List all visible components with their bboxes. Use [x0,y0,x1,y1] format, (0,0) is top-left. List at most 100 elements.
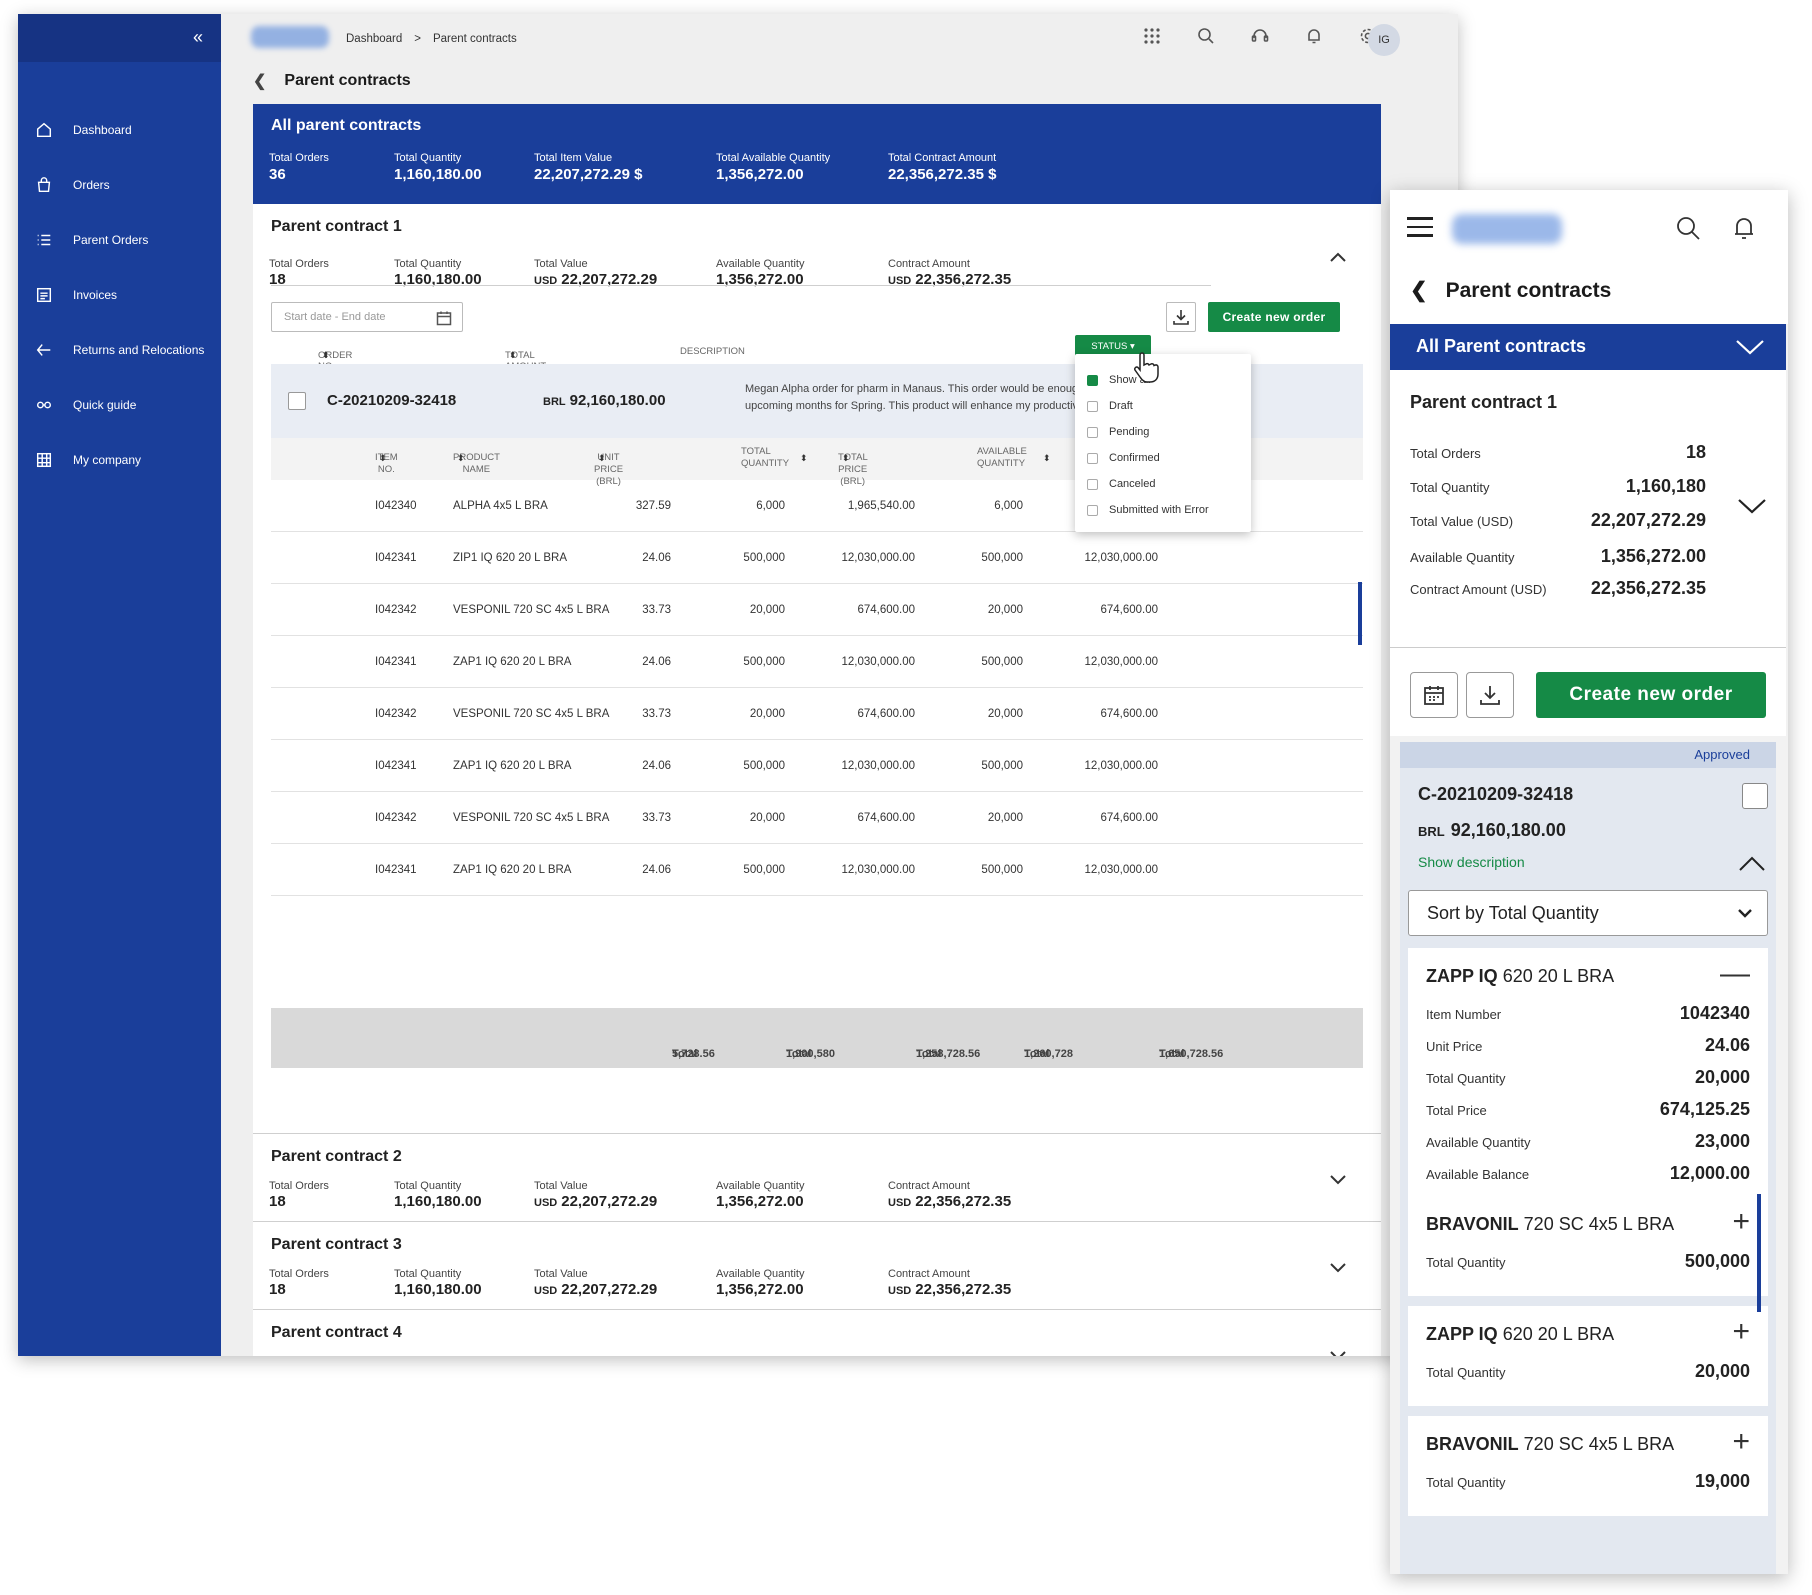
status-option-confirmed[interactable]: Confirmed [1087,452,1160,464]
sidebar-item-dashboard[interactable]: Dashboard [18,102,221,157]
chevron-down-icon[interactable] [1327,1168,1349,1190]
calendar-button[interactable] [1410,672,1458,718]
sort-icon[interactable]: ⬍ [1043,452,1051,464]
item-card[interactable]: BRAVONIL 720 SC 4x5 L BRA + Total Quantity… [1408,1416,1768,1516]
parent-contract-2[interactable]: Parent contract 2 Total Orders 18 Total Qua… [253,1134,1381,1222]
column-label: TOTAL [741,446,771,457]
sidebar-item-parent-orders[interactable]: Parent Orders [18,212,221,267]
stat-value: 36 [269,166,286,183]
parent-contract-3[interactable]: Parent contract 3 Total Orders 18 Total Qua… [253,1222,1381,1310]
table-row[interactable]: I042342 VESPONIL 720 SC 4x5 L BRA 33.73 20,… [271,688,1363,740]
back-arrow-icon[interactable]: ❮ [1410,278,1428,303]
apps-grid-icon[interactable] [1142,26,1162,46]
sidebar-item-my-company[interactable]: My company [18,432,221,487]
sidebar-item-invoices[interactable]: Invoices [18,267,221,322]
table-row[interactable]: I042341 ZAP1 IQ 620 20 L BRA 24.06 500,000 1… [271,740,1363,792]
cell-item-no: I042341 [375,552,417,564]
download-button[interactable] [1466,672,1514,718]
company-logo [251,26,329,48]
checkbox-checked [1087,374,1098,386]
chevron-up-icon[interactable] [1327,246,1349,268]
headset-icon[interactable] [1250,26,1270,46]
collapse-minus-icon[interactable]: — [1720,959,1750,989]
stat-label: Total Quantity [394,152,462,164]
cell-item-no: I042341 [375,656,417,668]
parent-contract-4[interactable]: Parent contract 4Total Orders18Total Qua… [253,1310,1381,1356]
cell-total-price: 674,600.00 [857,812,915,824]
expand-plus-icon[interactable]: + [1732,1207,1750,1237]
stat-label: Total Item Value [534,152,613,164]
show-description-link[interactable]: Show description [1418,854,1525,870]
sort-select[interactable]: Sort by Total Quantity [1408,890,1768,936]
order-checkbox[interactable] [1742,783,1768,809]
status-option-label: Confirmed [1109,452,1160,464]
kv-label: Available Quantity [1426,1135,1531,1150]
item-card[interactable]: ZAPP IQ 620 20 L BRA — Item Number 1042340 U… [1408,948,1768,1196]
sidebar-item-label: My company [73,452,142,467]
sidebar-item-returns[interactable]: Returns and Relocations [18,322,221,377]
chevron-up-icon[interactable] [1736,854,1768,874]
chevron-down-icon[interactable] [1736,495,1768,517]
chevron-down-icon[interactable] [1327,1256,1349,1278]
sidebar-item-orders[interactable]: Orders [18,157,221,212]
caret-down-icon: ▾ [1129,340,1135,352]
item-name-rest: 620 20 L BRA [1497,1324,1615,1344]
item-card[interactable]: ZAPP IQ 620 20 L BRA + Total Quantity 20,00… [1408,1306,1768,1406]
item-brand: BRAVONIL [1426,1434,1519,1454]
value-number: 22,207,272.29 [561,1281,658,1298]
create-new-order-button[interactable]: Create new order [1208,302,1340,332]
breadcrumb-current: Parent contracts [432,33,517,45]
all-contracts-banner[interactable]: All Parent contracts [1390,324,1786,370]
calendar-icon [436,311,452,326]
table-scrollbar[interactable] [1358,582,1362,645]
table-row[interactable]: I042341 ZIP1 IQ 620 20 L BRA 24.06 500,000 1… [271,532,1363,584]
status-option-canceled[interactable]: Canceled [1087,478,1155,490]
search-icon[interactable] [1674,214,1702,242]
search-icon[interactable] [1196,26,1216,46]
stat-label: Total Orders [269,1180,329,1192]
bell-icon[interactable] [1304,26,1324,46]
cell-total-quantity: 20,000 [749,708,785,720]
cell-total-price: 674,600.00 [857,604,915,616]
cell-total-quantity: 500,000 [743,760,785,772]
order-checkbox[interactable] [288,392,306,410]
date-range-input[interactable]: Start date - End date [271,302,463,332]
cell-total-price: 674,600.00 [857,708,915,720]
collapse-sidebar-icon[interactable]: « [193,27,203,48]
create-new-order-button[interactable]: Create new order [1536,672,1766,718]
bell-icon[interactable] [1730,214,1758,242]
kv-label: Total Quantity [1426,1475,1506,1490]
cell-unit-price: 33.73 [642,708,671,720]
checkbox [1087,504,1098,516]
download-button[interactable] [1166,302,1196,332]
item-card[interactable]: BRAVONIL 720 SC 4x5 L BRA + Total Quantity… [1408,1196,1768,1296]
contract-total-value: Total Value USD 22,207,272.29 [534,1180,657,1210]
table-row[interactable]: I042342 VESPONIL 720 SC 4x5 L BRA 33.73 20,… [271,584,1363,636]
checkbox [1087,478,1098,490]
avatar[interactable]: IG [1368,24,1400,56]
table-row[interactable]: I042342 VESPONIL 720 SC 4x5 L BRA 33.73 20,… [271,792,1363,844]
item-brand: ZAPP IQ [1426,966,1498,986]
stat-label: Total Available Quantity [716,152,831,164]
status-option-pending[interactable]: Pending [1087,426,1149,438]
table-row[interactable]: I042341 ZAP1 IQ 620 20 L BRA 24.06 500,000 1… [271,636,1363,688]
hamburger-menu-icon[interactable] [1407,217,1433,237]
item-kv-row: Total Quantity 20,000 [1426,1360,1750,1384]
sort-icon[interactable]: ⬍ [800,452,808,464]
sidebar-item-label: Parent Orders [73,232,149,247]
status-option-draft[interactable]: Draft [1087,400,1133,412]
table-row[interactable]: I042341 ZAP1 IQ 620 20 L BRA 24.06 500,000 1… [271,844,1363,896]
status-option-submitted-with-error[interactable]: Submitted with Error [1087,504,1209,516]
expand-plus-icon[interactable]: + [1732,1427,1750,1457]
stat-label: Contract Amount [888,258,970,270]
company-logo [1452,214,1562,244]
chevron-down-icon[interactable] [1327,1344,1349,1356]
sidebar-item-quick-guide[interactable]: Quick guide [18,377,221,432]
contract-title: Parent contract 4 [271,1324,402,1341]
expand-plus-icon[interactable]: + [1732,1317,1750,1347]
mobile-scrollbar[interactable] [1757,1194,1761,1312]
col-description: DESCRIPTION [680,346,745,357]
item-kv-row: Unit Price 24.06 [1426,1034,1750,1058]
breadcrumb-dashboard[interactable]: Dashboard [346,33,402,45]
back-arrow-icon[interactable]: ❮ [253,71,266,91]
